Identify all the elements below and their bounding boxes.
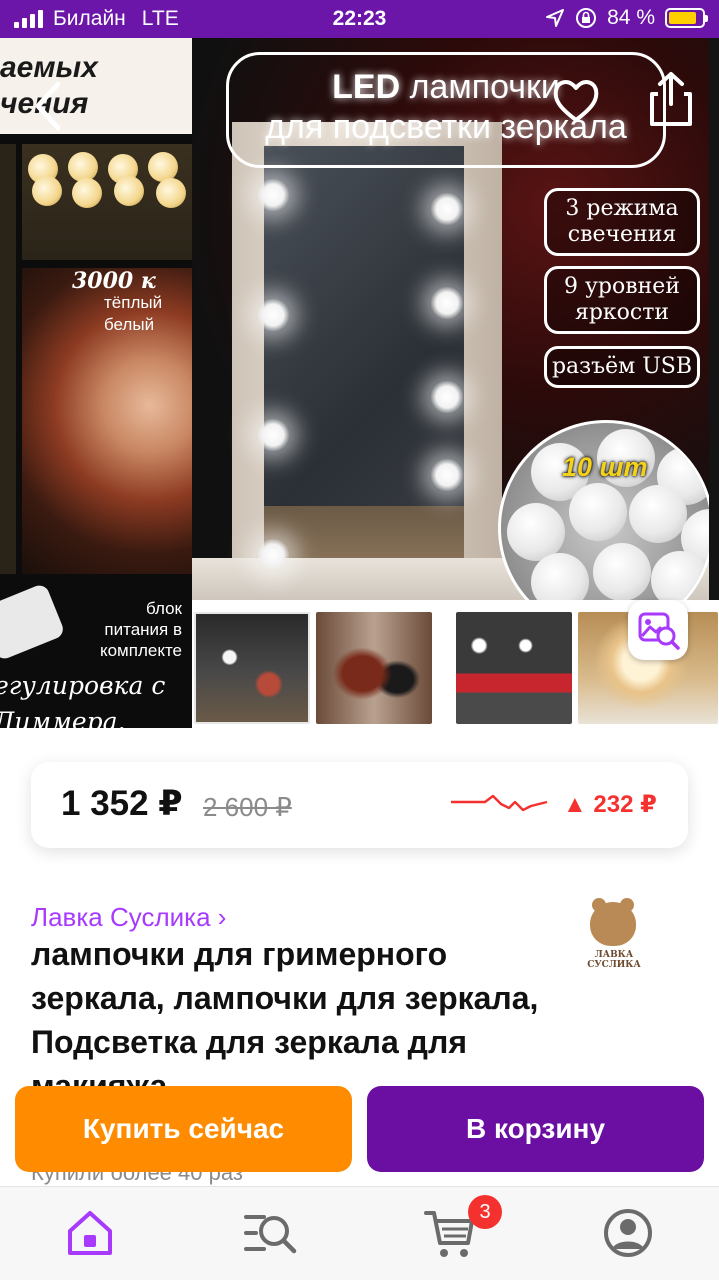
feature-badge: разъём USB bbox=[544, 346, 700, 388]
gallery-slide-previous[interactable]: аемых чения 3000 к тёплый белый блок пит… bbox=[0, 38, 192, 728]
visual-search-button[interactable] bbox=[628, 600, 688, 660]
price-trend-chart bbox=[451, 794, 548, 812]
favorite-button[interactable] bbox=[552, 76, 600, 126]
bottom-tab-bar: 3 bbox=[0, 1186, 719, 1280]
seller-logo[interactable]: ЛАВКА СУСЛИКА bbox=[574, 894, 654, 974]
buy-now-button[interactable]: Купить сейчас bbox=[15, 1086, 352, 1172]
seller-link[interactable]: Лавка Суслика › bbox=[31, 902, 226, 933]
bulbs-edge bbox=[0, 144, 16, 574]
slide-title-led: LED bbox=[332, 68, 401, 106]
battery-percent: 84 % bbox=[607, 6, 655, 29]
thumbnail-1[interactable] bbox=[194, 612, 310, 724]
light-tone: тёплый белый bbox=[104, 293, 163, 334]
product-gallery[interactable]: аемых чения 3000 к тёплый белый блок пит… bbox=[0, 38, 719, 728]
color-temperature: 3000 к bbox=[72, 268, 156, 294]
feature-badge: 3 режима свечения bbox=[544, 188, 700, 256]
slide-banner-text: аемых чения bbox=[0, 38, 192, 134]
slide-title: LED лампочки для подсветки зеркала bbox=[226, 52, 666, 168]
cart-count-badge: 3 bbox=[468, 1195, 502, 1229]
power-adapter-panel: блок питания в комплекте егулировка с Ди… bbox=[0, 582, 192, 728]
product-title: лампочки для гримерного зеркала, лампочк… bbox=[31, 936, 539, 1092]
old-price: 2 600 ₽ bbox=[203, 792, 292, 822]
price-change: ▲ 232 ₽ bbox=[563, 791, 657, 818]
seller-logo-bear bbox=[590, 898, 636, 946]
catalog-search-icon[interactable] bbox=[242, 1205, 298, 1261]
profile-icon[interactable] bbox=[600, 1205, 656, 1261]
location-icon bbox=[546, 9, 565, 27]
pack-count: 10 шт bbox=[562, 452, 648, 482]
status-bar: Билайн LTE 22:23 84 % bbox=[0, 0, 719, 38]
battery-icon bbox=[665, 8, 708, 28]
thumbnail-3[interactable] bbox=[456, 612, 572, 724]
add-to-cart-button[interactable]: В корзину bbox=[367, 1086, 704, 1172]
power-note: блок питания в комплекте bbox=[99, 599, 182, 660]
battery-fill bbox=[669, 12, 696, 24]
current-price: 1 352 ₽ bbox=[61, 784, 183, 823]
feature-badge: 9 уровней яркости bbox=[544, 266, 700, 334]
status-right: 84 % bbox=[545, 6, 708, 30]
model-photo: 3000 к тёплый белый bbox=[22, 268, 192, 574]
image-search-icon bbox=[638, 612, 680, 650]
dimmer-note: егулировка с Диммера. bbox=[0, 671, 166, 728]
share-button[interactable] bbox=[646, 70, 696, 128]
power-adapter-image bbox=[0, 582, 66, 662]
back-button[interactable] bbox=[30, 80, 66, 132]
seller-logo-text: ЛАВКА СУСЛИКА bbox=[587, 950, 641, 970]
thumbnail-2[interactable] bbox=[316, 612, 432, 724]
price-card[interactable]: 1 352 ₽ 2 600 ₽ ▲ 232 ₽ bbox=[31, 762, 688, 848]
bulbs-strip-image bbox=[22, 144, 192, 260]
rotation-lock-icon bbox=[576, 8, 597, 28]
bulbs-pack-image bbox=[498, 420, 709, 600]
home-icon[interactable] bbox=[62, 1205, 118, 1261]
gallery-slide-current[interactable]: LED лампочки для подсветки зеркала 3 реж… bbox=[192, 38, 709, 600]
